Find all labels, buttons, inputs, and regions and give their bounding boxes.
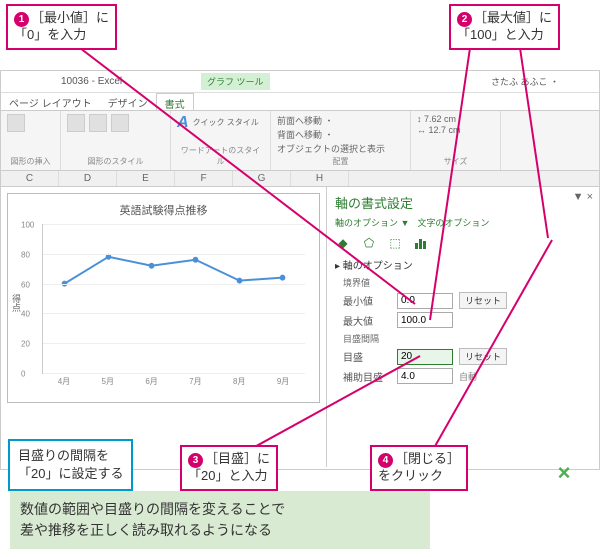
doc-title: 10036 - Excel — [61, 76, 122, 87]
axis-options-link[interactable]: 軸のオプション ▼ — [335, 218, 409, 228]
min-reset-button[interactable]: リセット — [459, 292, 507, 309]
column-headers: CDEFGH — [1, 171, 599, 187]
send-backward[interactable]: 背面へ移動 ・ — [277, 128, 334, 141]
wordart-A-icon[interactable]: A — [177, 114, 189, 132]
callout-max: 2［最大値］に 「100」と入力 — [449, 4, 560, 50]
chart-plot: 100 80 60 40 20 0 — [42, 224, 305, 374]
shape-insert-icon[interactable] — [7, 114, 25, 132]
max-label: 最大値 — [343, 313, 397, 328]
selection-pane[interactable]: オブジェクトの選択と表示 — [277, 142, 385, 155]
x-labels: 4月5月6月7月8月9月 — [42, 376, 305, 387]
ribbon-tabs: ページ レイアウト デザイン 書式 — [1, 93, 599, 111]
ribbon: 図形の挿入 図形のスタイル Aクイック スタイルワードアートのスタイル 前面へ移… — [1, 111, 599, 171]
pane-title: 軸の書式設定 — [335, 193, 591, 212]
chart-title: 英語試験得点推移 — [16, 202, 311, 218]
callout-major: 3［目盛］に 「20」と入力 — [180, 445, 278, 491]
tip-box: 数値の範囲や目盛りの間隔を変えることで 差や推移を正しく読み取れるようになる — [10, 491, 430, 549]
shape-style-icon2[interactable] — [89, 114, 107, 132]
callout-close: 4［閉じる］ をクリック — [370, 445, 468, 491]
quick-style-button[interactable]: クイック スタイル — [193, 119, 259, 128]
big-close-icon: × — [550, 459, 578, 487]
height-input[interactable]: ↕ 7.62 cm — [417, 114, 456, 124]
min-input[interactable] — [397, 293, 453, 309]
chart-area[interactable]: 英語試験得点推移 得点 100 80 60 40 20 0 4月5月6月7月8月… — [1, 187, 326, 467]
excel-window: 10036 - Excel グラフ ツール さたふ あふこ ・ ページ レイアウ… — [0, 70, 600, 470]
major-input[interactable] — [397, 349, 453, 365]
pane-close-button[interactable]: ▼ × — [573, 191, 593, 203]
effects-icon[interactable]: ⬠ — [361, 235, 377, 251]
min-label: 最小値 — [343, 293, 397, 308]
tab-page-layout[interactable]: ページ レイアウト — [1, 93, 100, 110]
minor-label: 補助目盛 — [343, 369, 397, 384]
axis-options-header[interactable]: ▸ 軸のオプション — [335, 257, 591, 272]
shape-style-icon3[interactable] — [111, 114, 129, 132]
max-input[interactable] — [397, 312, 453, 328]
tab-format[interactable]: 書式 — [156, 93, 194, 110]
bounds-label: 境界値 — [343, 276, 591, 289]
blue-note: 目盛りの間隔を 「20」に設定する — [8, 439, 133, 491]
titlebar: 10036 - Excel グラフ ツール さたふ あふこ ・ — [1, 71, 599, 93]
major-reset-button[interactable]: リセット — [459, 348, 507, 365]
chart-box[interactable]: 英語試験得点推移 得点 100 80 60 40 20 0 4月5月6月7月8月… — [7, 193, 320, 403]
user-name: さたふ あふこ ・ — [491, 75, 559, 88]
tab-design[interactable]: デザイン — [100, 93, 156, 110]
major-label: 目盛 — [343, 349, 397, 364]
shape-style-icon[interactable] — [67, 114, 85, 132]
text-options-link[interactable]: 文字のオプション — [417, 218, 489, 228]
units-label: 目盛間隔 — [343, 332, 591, 345]
axis-options-icon[interactable] — [413, 235, 429, 251]
minor-auto-label: 自動 — [459, 370, 477, 383]
bring-forward[interactable]: 前面へ移動 ・ — [277, 114, 334, 127]
fill-icon[interactable]: ◆ — [335, 235, 351, 251]
chart-tools-label: グラフ ツール — [201, 73, 270, 90]
size-icon[interactable]: ⬚ — [387, 235, 403, 251]
width-input[interactable]: ↔ 12.7 cm — [417, 125, 461, 135]
minor-input[interactable] — [397, 368, 453, 384]
line-series — [43, 224, 305, 373]
callout-min: 1［最小値］に 「0」を入力 — [6, 4, 117, 50]
format-axis-pane: 軸の書式設定 ▼ × 軸のオプション ▼ 文字のオプション ◆ ⬠ ⬚ ▸ 軸のオ… — [326, 187, 599, 467]
